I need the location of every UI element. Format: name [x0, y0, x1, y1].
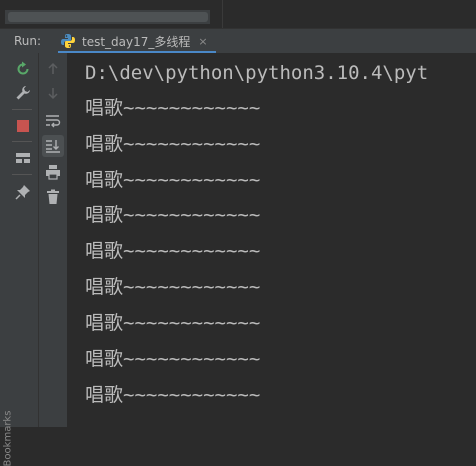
- run-config-tab-title: test_day17_多线程: [82, 34, 191, 49]
- console-output-line: 唱歌~~~~~~~~~~~~: [85, 276, 261, 298]
- horizontal-scrollbar-thumb[interactable]: [8, 12, 208, 22]
- stop-icon[interactable]: [12, 115, 34, 137]
- console-output-line: 唱歌~~~~~~~~~~~~: [85, 133, 261, 155]
- scroll-to-end-icon[interactable]: [42, 135, 64, 157]
- trash-icon[interactable]: [42, 186, 64, 208]
- console-output[interactable]: D:\dev\python\python3.10.4\pyt 唱歌~~~~~~~…: [68, 53, 476, 427]
- up-arrow-icon[interactable]: [42, 58, 64, 80]
- divider: [222, 0, 223, 28]
- run-config-tab[interactable]: test_day17_多线程 ×: [58, 29, 216, 54]
- console-output-line: 唱歌~~~~~~~~~~~~: [85, 384, 261, 406]
- run-toolbar-primary: Bookmarks: [0, 53, 39, 466]
- separator: [12, 141, 32, 142]
- separator: [12, 174, 32, 175]
- pin-icon[interactable]: [12, 181, 34, 203]
- layout-icon[interactable]: [12, 147, 34, 169]
- down-arrow-icon[interactable]: [42, 82, 64, 104]
- run-label: Run:: [14, 34, 42, 48]
- rerun-icon[interactable]: [12, 58, 34, 80]
- close-icon[interactable]: ×: [198, 35, 207, 48]
- run-toolbar-secondary: [39, 53, 68, 427]
- console-output-line: 唱歌~~~~~~~~~~~~: [85, 348, 261, 370]
- console-command-line: D:\dev\python\python3.10.4\pyt: [85, 62, 429, 84]
- python-icon: [61, 34, 75, 48]
- console-output-line: 唱歌~~~~~~~~~~~~: [85, 240, 261, 262]
- separator: [12, 109, 32, 110]
- bookmarks-side-tab[interactable]: Bookmarks: [2, 411, 13, 466]
- print-icon[interactable]: [42, 161, 64, 183]
- soft-wrap-icon[interactable]: [42, 110, 64, 132]
- console-output-line: 唱歌~~~~~~~~~~~~: [85, 312, 261, 334]
- run-tool-window-header: Run: test_day17_多线程 ×: [0, 28, 476, 54]
- console-output-line: 唱歌~~~~~~~~~~~~: [85, 204, 261, 226]
- console-output-line: 唱歌~~~~~~~~~~~~: [85, 97, 261, 119]
- console-output-line: 唱歌~~~~~~~~~~~~: [85, 169, 261, 191]
- editor-bottom-area: [0, 0, 476, 28]
- wrench-icon[interactable]: [12, 82, 34, 104]
